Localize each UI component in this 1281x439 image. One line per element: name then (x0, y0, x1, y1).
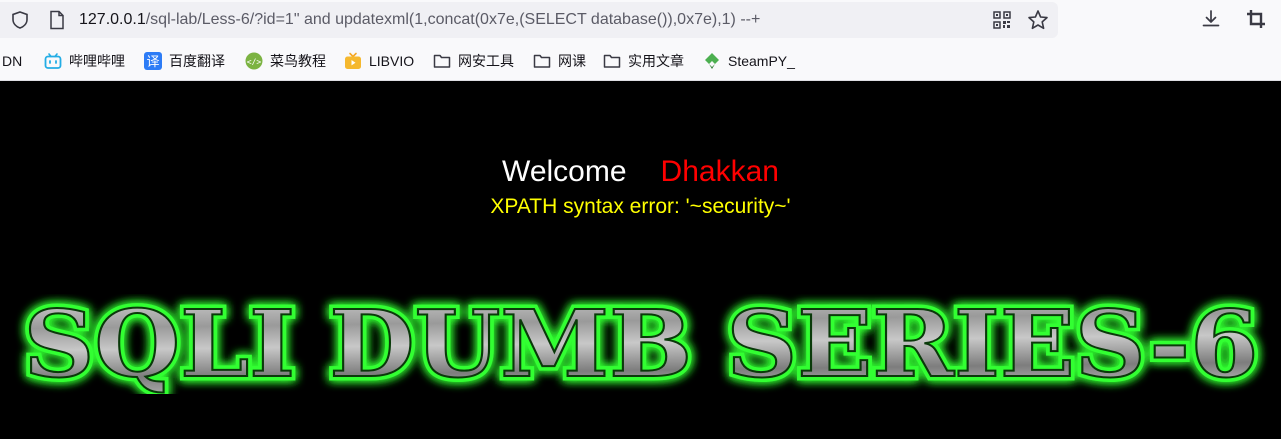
welcome-line: Welcome Dhakkan (0, 154, 1281, 190)
folder-icon (433, 54, 451, 68)
url-path: /sql-lab/Less-6/?id=1" and updatexml(1,c… (145, 11, 761, 28)
steampy-icon (705, 53, 719, 69)
welcome-text: Welcome (502, 155, 627, 188)
translate-icon: 译 (144, 52, 162, 70)
bookmark-label: 实用文章 (628, 53, 684, 69)
bookmark-label: 哔哩哔哩 (69, 53, 125, 69)
bookmark-label: LIBVIO (369, 53, 415, 69)
folder-icon (603, 54, 621, 68)
url-host: 127.0.0.1 (79, 11, 146, 28)
banner-text: SQLI DUMB SERIES-6 (24, 294, 1259, 394)
bookmark-dn[interactable]: DN (2, 51, 22, 71)
bookmarks-bar: DN 哔哩哔哩 译 百度翻译 </> 菜鸟教程 LIBVIO 网安工具 网课 实… (0, 46, 1281, 76)
page-content: Welcome Dhakkan XPATH syntax error: '~sec… (0, 81, 1281, 439)
download-icon[interactable] (1200, 8, 1222, 30)
bookmark-label: 百度翻译 (169, 53, 225, 69)
page-icon (50, 10, 64, 30)
user-name: Dhakkan (660, 155, 779, 188)
sqli-dumb-series-banner: SQLI DUMB SERIES-6 SQLI DUMB SERIES-6 (19, 294, 1263, 394)
bookmark-star-icon[interactable] (1027, 9, 1049, 31)
bookmark-label: DN (2, 53, 23, 69)
folder-icon (533, 54, 551, 68)
svg-text:</>: </> (247, 58, 262, 67)
bilibili-icon (44, 53, 62, 69)
browser-chrome: 127.0.0.1/sql-lab/Less-6/?id=1" and upda… (0, 0, 1281, 81)
bookmark-label: 菜鸟教程 (270, 53, 326, 69)
qr-code-icon[interactable] (993, 11, 1011, 29)
bookmark-label: 网安工具 (458, 53, 514, 69)
url-text[interactable]: 127.0.0.1/sql-lab/Less-6/?id=1" and upda… (79, 10, 760, 30)
address-bar[interactable]: 127.0.0.1/sql-lab/Less-6/?id=1" and upda… (0, 2, 1058, 38)
tv-icon (345, 52, 361, 69)
runoob-icon: </> (245, 52, 263, 70)
xpath-error-message: XPATH syntax error: '~security~' (490, 195, 791, 218)
bookmark-label: 网课 (558, 53, 586, 69)
svg-text:译: 译 (146, 55, 159, 70)
screenshot-crop-icon[interactable] (1245, 8, 1267, 30)
bookmark-label: SteamPY_ (728, 53, 795, 69)
shield-icon[interactable] (10, 10, 30, 30)
